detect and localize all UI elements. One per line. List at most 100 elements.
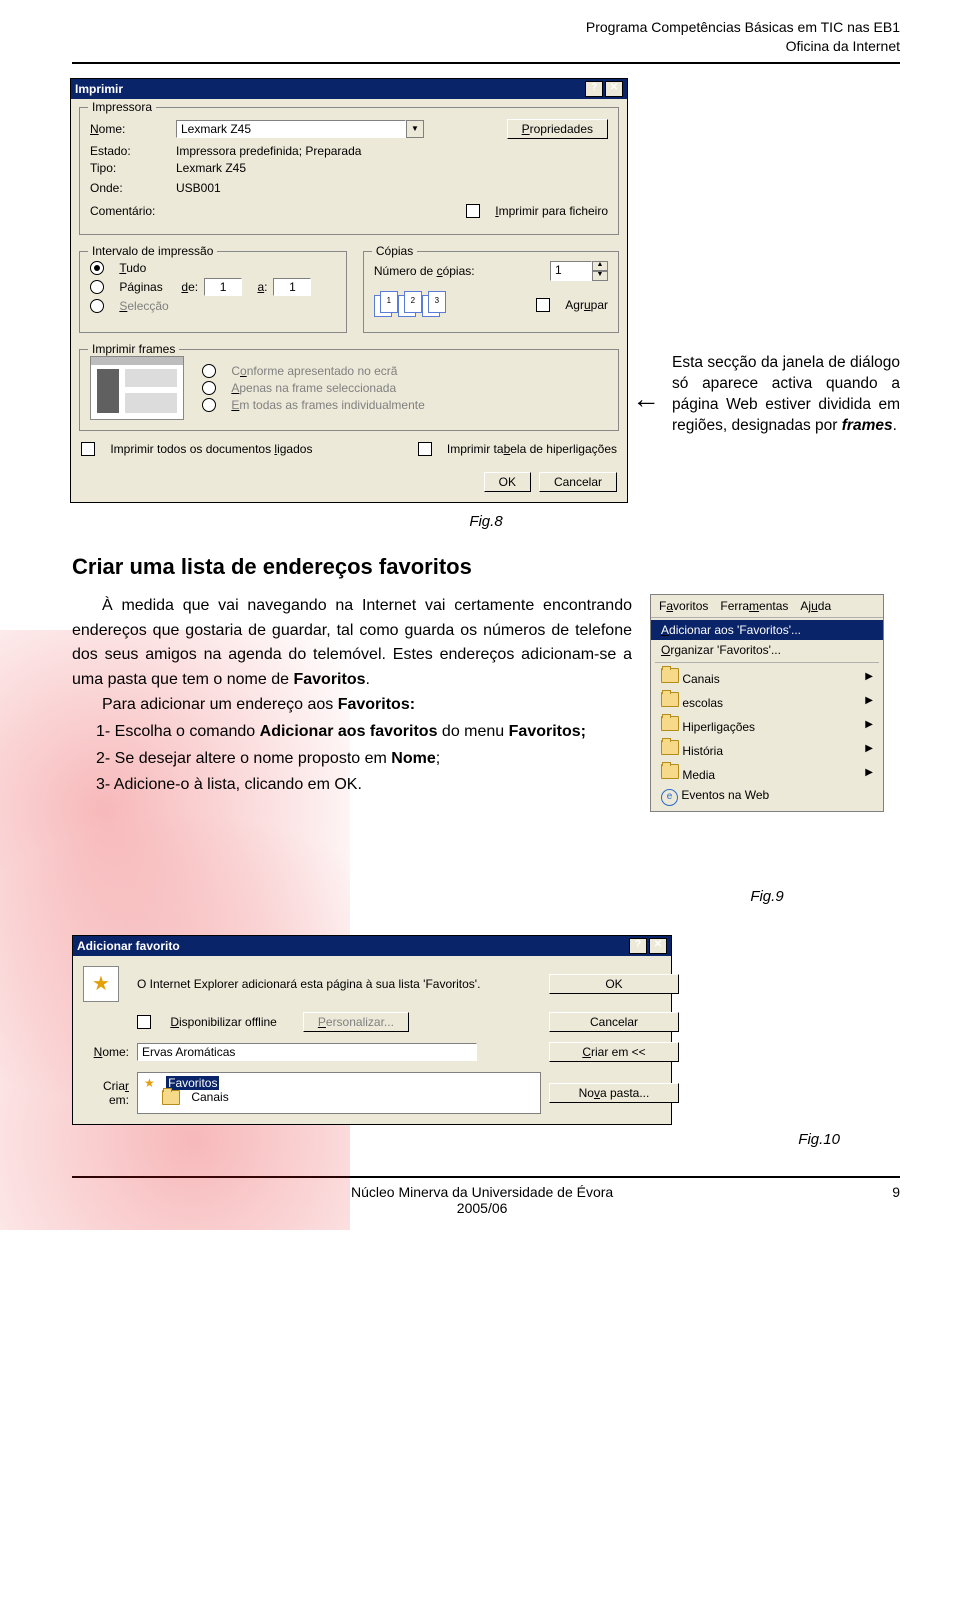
label-frames-selected: Apenas na frame seleccionadaApenas na fr… (231, 381, 396, 395)
close-icon[interactable]: ✕ (605, 81, 623, 97)
frames-icon (90, 356, 184, 420)
label-where: Onde: (90, 181, 170, 195)
print-ok-button[interactable]: OK (484, 472, 531, 492)
star-icon: ★ (83, 966, 119, 1002)
collate-icon: 1 1 2 2 3 3 (374, 291, 444, 319)
menu-organize-favorites[interactable]: Organizar 'Favoritos'...Organizar 'Favor… (651, 640, 883, 660)
print-dialog: Imprimir ? ✕ Impressora NNome:ome: Lexma… (70, 78, 628, 503)
menu-folder-historia[interactable]: História▶ (651, 737, 883, 761)
folder-tree[interactable]: ★ Favoritos Canais (137, 1072, 541, 1114)
folder-icon (661, 692, 679, 707)
list-item-1: 1- Escolha o comando Adicionar aos favor… (96, 720, 632, 745)
folder-icon (661, 668, 679, 683)
chevron-right-icon: ▶ (865, 743, 873, 754)
spinner-down-icon[interactable]: ▼ (592, 271, 608, 281)
folder-icon (661, 764, 679, 779)
radio-frames-selected (202, 381, 216, 395)
linked-docs-checkbox[interactable] (81, 442, 95, 456)
offline-checkbox[interactable] (137, 1015, 151, 1029)
group-printer-label: Impressora (88, 100, 156, 114)
menu-item-eventos[interactable]: e Eventos na Web (651, 785, 883, 809)
callout-note: Esta secção da janela de diálogo só apar… (672, 353, 900, 437)
chevron-right-icon: ▶ (865, 719, 873, 730)
properties-button[interactable]: PropriedadesPropriedades (507, 119, 608, 139)
help-icon[interactable]: ? (585, 81, 603, 97)
fig9-caption: Fig.9 (650, 888, 884, 905)
numcopies-input[interactable]: 1 (550, 261, 592, 281)
chevron-down-icon[interactable]: ▼ (406, 120, 424, 138)
addfav-name-input[interactable]: Ervas Aromáticas (137, 1043, 477, 1061)
list-item-2: 2- Se desejar altere o nome proposto em … (96, 747, 632, 772)
print-cancel-button[interactable]: Cancelar (539, 472, 617, 492)
create-in-button[interactable]: Criar em <<Criar em << (549, 1042, 679, 1062)
label-create-in: Criar em:Criar em: (83, 1079, 129, 1107)
menu-add-favorites[interactable]: Adicionar aos 'Favoritos'...Adicionar ao… (651, 620, 883, 640)
menu-folder-media[interactable]: Media▶ (651, 761, 883, 785)
label-link-table: Imprimir tabela de hiperligaçõesImprimir… (447, 442, 617, 456)
value-state: Impressora predefinida; Preparada (176, 144, 361, 158)
chevron-right-icon: ▶ (865, 671, 873, 682)
add-favorite-dialog: Adicionar favorito ? ✕ ★ O Internet Expl… (72, 935, 672, 1125)
favorites-menu: FavoritosFavoritos FerramentasFerramenta… (650, 594, 884, 812)
folder-icon (661, 716, 679, 731)
menu-help[interactable]: AjudaAjuda (800, 599, 831, 613)
chevron-right-icon: ▶ (865, 695, 873, 706)
header-divider (72, 62, 900, 64)
chevron-right-icon: ▶ (865, 767, 873, 778)
link-table-checkbox[interactable] (418, 442, 432, 456)
addfav-ok-button[interactable]: OK (549, 974, 679, 994)
label-numcopies: Número de cópias:Número de cópias: (374, 264, 475, 278)
header-line1: Programa Competências Básicas em TIC nas… (72, 18, 900, 37)
spinner-up-icon[interactable]: ▲ (592, 261, 608, 271)
label-collate: AgruparAgrupar (565, 298, 608, 312)
label-offline: Disponibilizar offlineDisponibilizar off… (170, 1015, 277, 1029)
close-icon[interactable]: ✕ (649, 938, 667, 954)
label-state: Estado: (90, 144, 170, 158)
label-from: de:de: (181, 280, 198, 294)
add-favorite-title: Adicionar favorito (77, 939, 180, 953)
label-name: NNome:ome: (90, 122, 170, 136)
radio-selection (90, 299, 104, 313)
group-range-label: Intervalo de impressão (88, 244, 217, 258)
menu-folder-hiperlinks[interactable]: Hiperligações▶ (651, 713, 883, 737)
help-icon[interactable]: ? (629, 938, 647, 954)
footer-center: Núcleo Minerva da Universidade de Évora2… (72, 1184, 892, 1216)
radio-all[interactable] (90, 261, 104, 275)
label-to: a:a: (257, 280, 267, 294)
fig10-caption: Fig.10 (72, 1131, 840, 1148)
footer-page-number: 9 (892, 1184, 900, 1216)
to-input[interactable]: 1 (273, 278, 311, 296)
from-input[interactable]: 1 (204, 278, 242, 296)
menu-separator (655, 662, 879, 663)
print-to-file-checkbox[interactable] (466, 204, 480, 218)
new-folder-button[interactable]: Nova pasta...Nova pasta... (549, 1083, 679, 1103)
group-copies-label: Cópias (372, 244, 417, 258)
radio-pages[interactable] (90, 280, 104, 294)
label-all: TudoTudo (119, 261, 146, 275)
label-selection: SelecçãoSelecção (119, 299, 168, 313)
radio-frames-asis (202, 364, 216, 378)
print-dialog-title: Imprimir (75, 82, 123, 96)
add-favorite-message: O Internet Explorer adicionará esta pági… (137, 977, 541, 991)
ie-icon: e (661, 789, 678, 806)
label-frames-asis: Conforme apresentado no ecrãConforme apr… (231, 364, 397, 378)
header-line2: Oficina da Internet (72, 37, 900, 56)
menu-tools[interactable]: FerramentasFerramentas (720, 599, 788, 613)
menu-folder-canais[interactable]: Canais▶ (651, 665, 883, 689)
radio-frames-all (202, 398, 216, 412)
fig8-caption: Fig.8 (72, 513, 900, 530)
label-frames-all: Em todas as frames individualmenteEm tod… (231, 398, 424, 412)
label-linked-docs: Imprimir todos os documentos ligadosImpr… (110, 442, 312, 456)
label-pages: PáginasPáginas (119, 280, 162, 294)
folder-icon (661, 740, 679, 755)
value-where: USB001 (176, 181, 221, 195)
list-item-3: 3- Adicione-o à lista, clicando em OK. (96, 773, 632, 798)
menu-favorites[interactable]: FavoritosFavoritos (659, 599, 708, 613)
printer-name-combo[interactable]: Lexmark Z45 (176, 120, 406, 138)
menu-folder-escolas[interactable]: escolas▶ (651, 689, 883, 713)
addfav-cancel-button[interactable]: Cancelar (549, 1012, 679, 1032)
arrow-left-icon: ← (632, 385, 660, 413)
section-title: Criar uma lista de endereços favoritos (72, 554, 900, 580)
label-comment: Comentário: (90, 204, 170, 218)
collate-checkbox[interactable] (536, 298, 550, 312)
